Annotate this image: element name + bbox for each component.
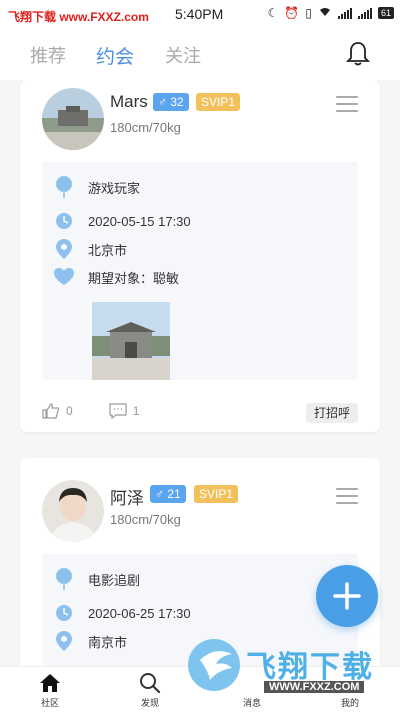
age-value: 32 (170, 95, 184, 109)
search-icon (120, 672, 180, 694)
expectation-text: 期望对象：聪敏 (88, 270, 180, 286)
bell-icon[interactable] (346, 41, 370, 67)
battery-icon: 61 (377, 7, 394, 19)
nav-community[interactable]: 社区 (20, 672, 80, 709)
user-body-info: 180cm/70kg (110, 120, 181, 135)
plus-icon (333, 582, 361, 610)
signal-icon-2 (357, 7, 372, 19)
nav-label: 消息 (242, 698, 261, 708)
home-icon (20, 672, 80, 694)
datetime-text: 2020-06-25 17:30 (88, 605, 191, 621)
tab-dating[interactable]: 约会 (96, 42, 134, 69)
male-icon: ♂ (155, 487, 164, 501)
status-time: 5:40PM (175, 6, 224, 22)
post-card[interactable]: Mars ♂ 32 SVIP1 180cm/70kg 游戏玩家 2020-05-… (20, 80, 380, 432)
nav-label: 社区 (40, 698, 59, 708)
male-icon: ♂ (158, 95, 167, 109)
more-menu-icon[interactable] (336, 488, 358, 506)
time-row: 2020-06-25 17:30 (54, 602, 191, 624)
like-button[interactable]: 0 (42, 403, 73, 419)
vibrate-icon: ▯ (305, 6, 312, 20)
tab-recommend[interactable]: 推荐 (30, 42, 66, 68)
create-post-button[interactable] (316, 565, 378, 627)
post-card[interactable]: 阿泽 ♂ 21 SVIP1 180cm/70kg 电影追剧 2020-06-25… (20, 458, 380, 666)
location-icon (54, 630, 74, 652)
balloon-icon (54, 568, 74, 590)
watermark-logo (188, 639, 240, 691)
activity-row: 电影追剧 (54, 568, 140, 590)
status-icons: ☾ ⏰ ▯ 61 (268, 6, 394, 20)
watermark-brand: 飞翔下载 (246, 651, 374, 684)
top-nav: 推荐 约会 关注 (0, 30, 400, 80)
user-body-info: 180cm/70kg (110, 512, 181, 527)
gender-age-badge: ♂ 32 (153, 93, 189, 111)
tab-follow[interactable]: 关注 (165, 42, 201, 68)
comment-icon (109, 403, 127, 419)
vip-badge: SVIP1 (196, 93, 241, 111)
nav-label: 发现 (140, 698, 159, 708)
city-row: 南京市 (54, 630, 127, 652)
time-row: 2020-05-15 17:30 (54, 210, 191, 232)
vip-badge: SVIP1 (194, 485, 239, 503)
age-value: 21 (167, 487, 181, 501)
status-bar: 飞翔下载 www.FXXZ.com 5:40PM ☾ ⏰ ▯ 61 (0, 0, 400, 30)
post-photo[interactable] (92, 302, 170, 380)
nav-label: 我的 (340, 698, 359, 708)
avatar[interactable] (42, 480, 104, 542)
comment-count: 1 (132, 404, 140, 418)
heart-icon (54, 266, 74, 288)
clock-icon (54, 602, 74, 624)
city-text: 北京市 (88, 242, 128, 258)
activity-row: 游戏玩家 (54, 176, 140, 198)
like-count: 0 (66, 404, 73, 418)
watermark-text: 飞翔下载 www.FXXZ.com (8, 10, 149, 24)
alarm-icon: ⏰ (284, 6, 300, 20)
comment-button[interactable]: 1 (109, 403, 140, 419)
greet-button[interactable]: 打招呼 (305, 403, 358, 423)
datetime-text: 2020-05-15 17:30 (88, 213, 191, 229)
expectation-row: 期望对象：聪敏 (54, 266, 179, 288)
more-menu-icon[interactable] (336, 96, 358, 114)
avatar[interactable] (42, 88, 104, 150)
post-actions: 0 1 (42, 400, 175, 422)
activity-text: 游戏玩家 (88, 180, 141, 196)
city-row: 北京市 (54, 238, 127, 260)
user-name[interactable]: Mars (110, 92, 148, 112)
clock-icon (54, 210, 74, 232)
thumbs-up-icon (42, 403, 60, 419)
user-name[interactable]: 阿泽 (110, 484, 144, 509)
city-text: 南京市 (88, 634, 128, 650)
location-icon (54, 238, 74, 260)
watermark-url: WWW.FXXZ.COM (264, 681, 365, 693)
balloon-icon (54, 176, 74, 198)
activity-text: 电影追剧 (88, 572, 141, 588)
post-detail[interactable]: 游戏玩家 2020-05-15 17:30 北京市 期望对象：聪敏 (42, 162, 358, 380)
gender-age-badge: ♂ 21 (150, 485, 186, 503)
wifi-icon (318, 6, 332, 20)
signal-icon (337, 7, 352, 19)
nav-discover[interactable]: 发现 (120, 672, 180, 709)
moon-icon: ☾ (267, 6, 279, 20)
